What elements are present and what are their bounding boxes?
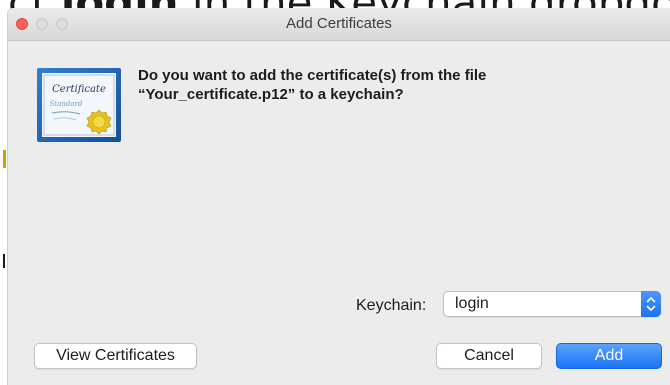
certificate-icon: Certificate Standard [37,68,121,142]
keychain-select[interactable]: login [443,291,661,317]
add-certificates-dialog: Add Certificates Certificate Standard Do… [8,8,670,385]
titlebar: Add Certificates [8,8,670,41]
window-title: Add Certificates [286,15,392,32]
dialog-message: Do you want to add the certificate(s) fr… [138,66,608,104]
background-left-strip [0,0,8,385]
certificate-icon-text-1: Certificate [52,84,106,95]
certificate-icon-text-2: Standard [50,100,83,108]
background-mark [3,254,5,268]
cancel-button[interactable]: Cancel [436,343,542,369]
keychain-label: Keychain: [356,297,427,314]
message-line-1: Do you want to add the certificate(s) fr… [138,67,487,84]
add-button[interactable]: Add [556,343,662,369]
message-line-2: “Your_certificate.p12” to a keychain? [138,86,404,103]
view-certificates-button[interactable]: View Certificates [34,343,197,369]
keychain-selected-value: login [455,295,489,312]
background-mark [3,150,6,168]
select-arrows-icon[interactable] [641,291,661,317]
